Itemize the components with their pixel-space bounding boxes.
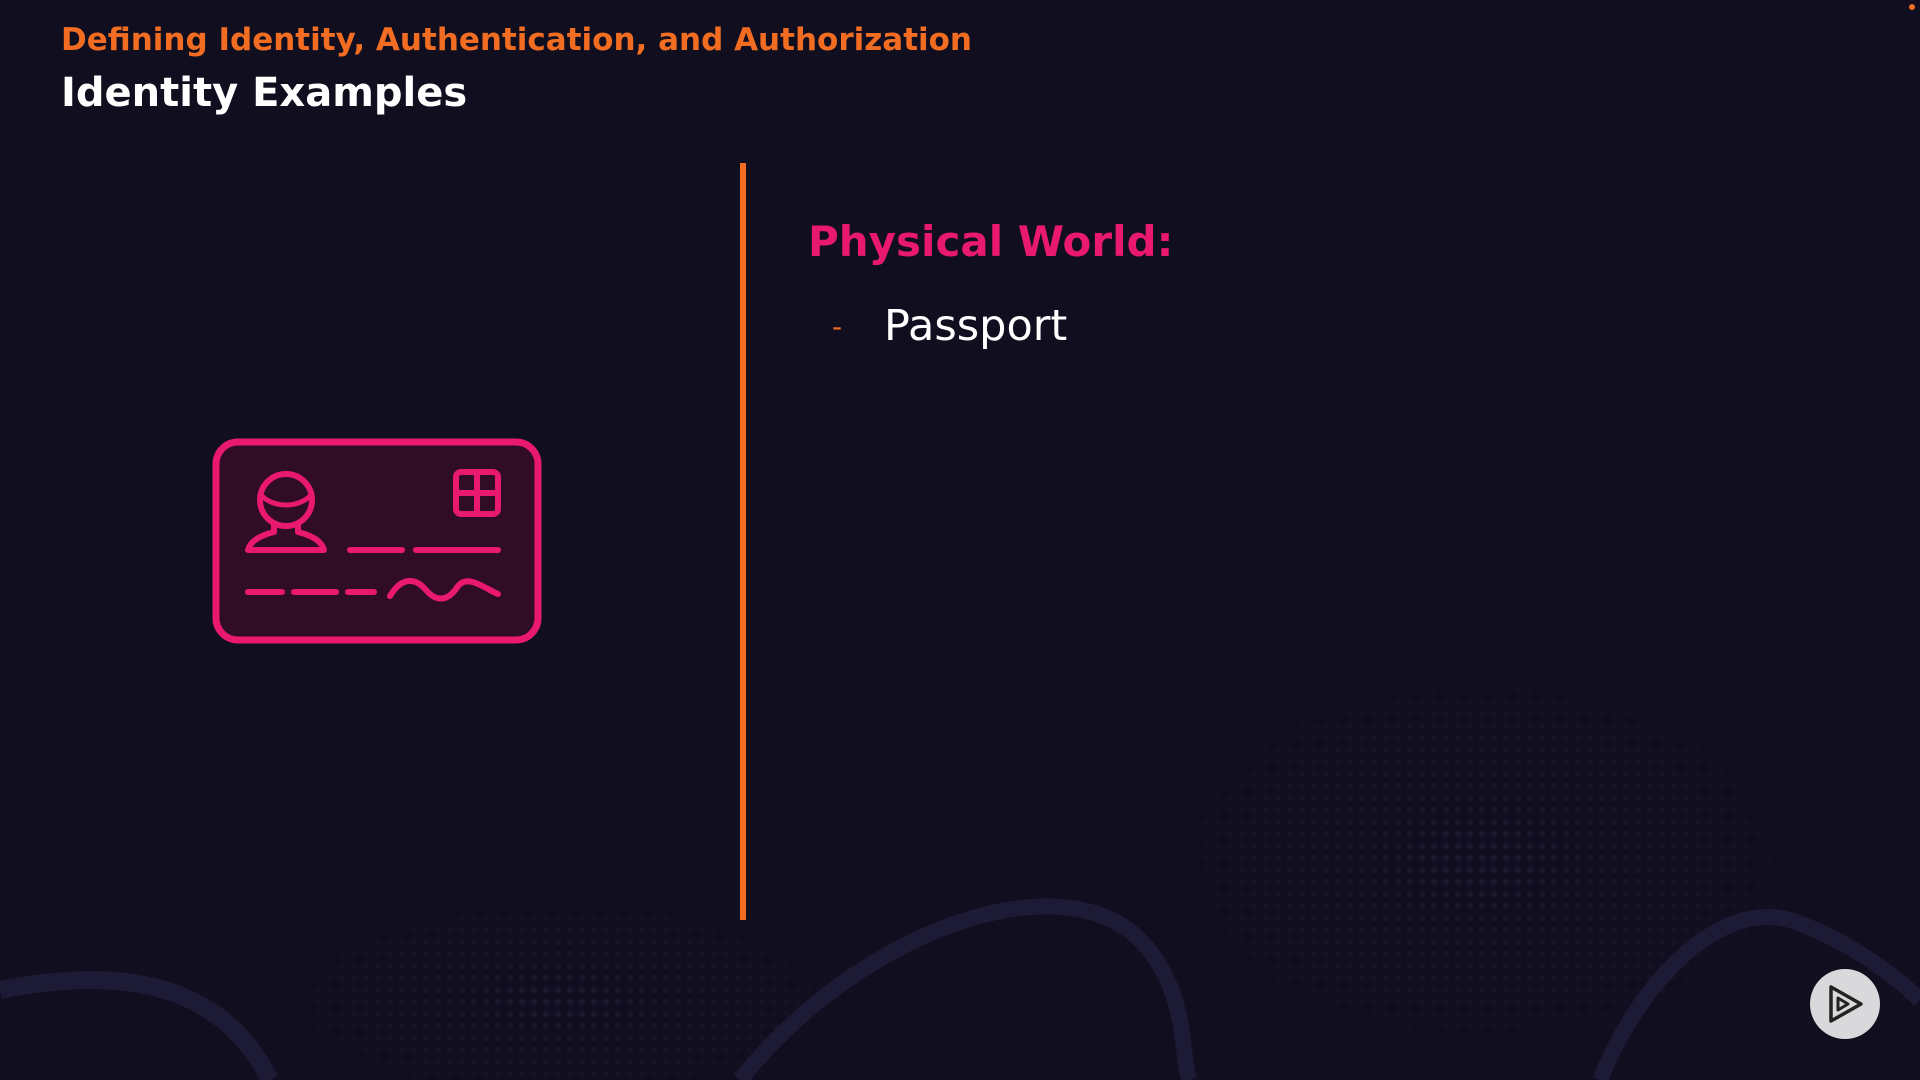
play-logo-icon <box>1810 969 1880 1039</box>
bullet-list: - Passport <box>832 296 1067 356</box>
slide-title: Identity Examples <box>61 70 468 116</box>
vertical-divider <box>740 163 746 920</box>
list-item: - Passport <box>832 296 1067 356</box>
bullet-dash: - <box>832 309 843 343</box>
course-title: Defining Identity, Authentication, and A… <box>61 22 973 58</box>
bullet-text: Passport <box>884 301 1068 351</box>
slide: Defining Identity, Authentication, and A… <box>0 0 1920 1080</box>
section-heading: Physical World: <box>808 217 1174 266</box>
id-card-icon <box>212 438 542 644</box>
